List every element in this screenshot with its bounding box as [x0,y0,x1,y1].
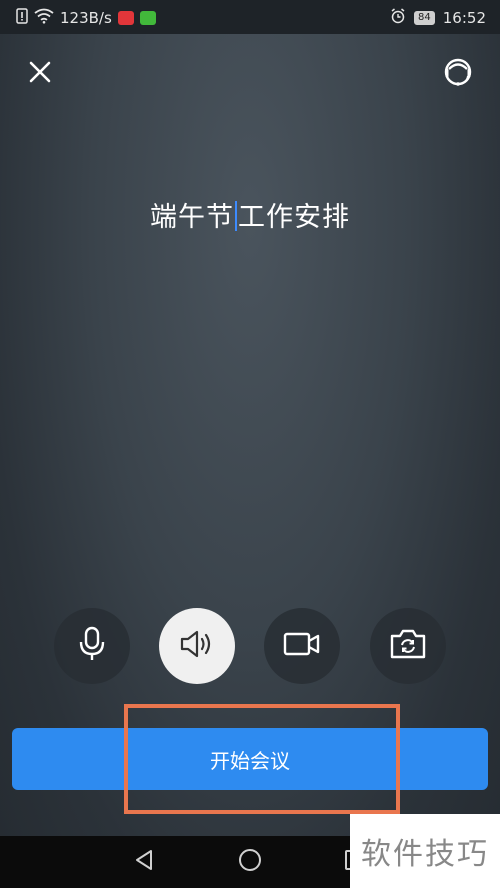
back-icon [134,849,154,875]
network-speed: 123B/s [60,9,112,27]
clock: 16:52 [442,9,486,27]
camera-button[interactable] [264,608,340,684]
switch-camera-icon [389,628,427,664]
alarm-icon [390,8,406,28]
call-controls [0,608,500,684]
watermark: 软件技巧 [350,814,500,888]
mic-icon [77,626,107,666]
text-cursor [235,201,237,231]
video-camera-icon [283,631,321,661]
meeting-topic-input[interactable]: 端午节 工作安排 [0,195,500,234]
customer-service-button[interactable] [440,56,476,92]
meeting-topic-part-1: 端午节 [150,202,234,233]
microphone-button[interactable] [54,608,130,684]
back-button[interactable] [130,848,158,876]
status-left: 123B/s [16,8,156,28]
speaker-icon [179,629,215,663]
status-right: 84 16:52 [390,8,486,28]
home-button[interactable] [236,848,264,876]
watermark-text: 软件技巧 [361,837,489,872]
customer-service-icon [441,55,475,93]
sim-alert-icon [16,8,28,28]
iqiyi-notification-icon [139,11,156,25]
meeting-topic-part-2: 工作安排 [238,202,350,233]
meeting-screen: 123B/s 84 16:52 端午节 工作安排 开始会议 软件技巧 [0,0,500,888]
home-icon [238,848,262,876]
speaker-button[interactable] [159,608,235,684]
video-app-notification-icon [117,11,134,25]
status-bar: 123B/s 84 16:52 [0,0,500,34]
switch-camera-button[interactable] [370,608,446,684]
battery-indicator: 84 [414,11,435,25]
close-icon [28,60,52,88]
close-button[interactable] [22,56,58,92]
highlight-annotation-box [124,704,400,814]
wifi-icon [34,8,54,28]
